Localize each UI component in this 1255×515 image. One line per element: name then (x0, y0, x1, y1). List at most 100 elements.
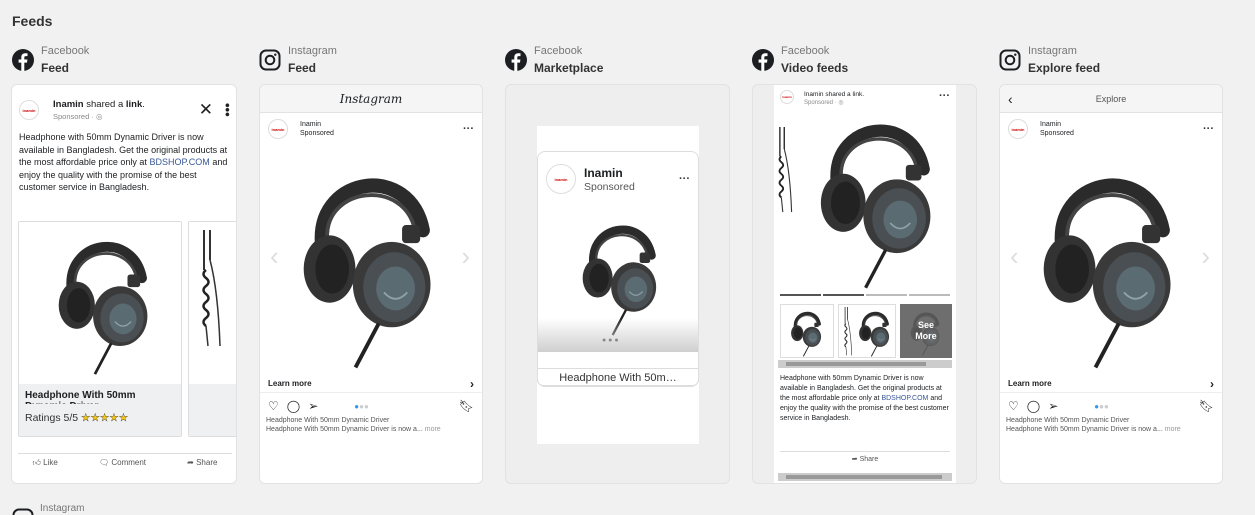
instagram-icon (999, 49, 1021, 71)
share-button[interactable]: ➦ Share (187, 458, 217, 468)
body-link[interactable]: BDSHOP.COM (881, 395, 928, 402)
more-options-icon[interactable]: ··· (679, 173, 690, 185)
more-options-icon[interactable]: ··· (1203, 123, 1214, 135)
thumbnail[interactable] (780, 304, 834, 359)
carousel-prev-icon[interactable]: ‹ (1010, 241, 1019, 272)
caption-more-link[interactable]: more (1165, 426, 1181, 433)
placement-header: Instagram Explore feed (999, 44, 1227, 76)
placement-header: Facebook Feed (12, 44, 240, 76)
comment-icon[interactable]: ◯ (1027, 399, 1040, 413)
learn-more-bar[interactable]: Learn more › (1000, 375, 1222, 393)
placement-name: Feed (41, 60, 70, 75)
facebook-icon (505, 49, 527, 71)
product-image (774, 108, 956, 298)
carousel-card[interactable]: Headphone With 50mm Dynamic Driver Ratin… (18, 221, 182, 437)
ad-preview-card[interactable]: inamin Inamin shared a link. Sponsored ·… (11, 84, 237, 484)
brand-name: Inamin (584, 165, 623, 180)
horizontal-scrollbar[interactable] (778, 360, 952, 368)
like-button[interactable]: 👍︎ Like (33, 458, 58, 468)
more-options-icon[interactable]: ··· (463, 123, 474, 135)
instagram-icon (259, 49, 281, 71)
platform-name: Facebook (41, 44, 90, 57)
sponsored-label: Sponsored (584, 180, 635, 193)
thumbnail-strip: See More (774, 296, 956, 359)
post-header: inamin Inamin shared a link. Sponsored ·… (12, 85, 236, 121)
marketplace-frame: inamin Inamin Sponsored ··· ● ● ● Headph… (537, 126, 699, 444)
close-icon[interactable]: ✕ (199, 100, 213, 120)
brand-logo: inamin (19, 100, 39, 120)
more-options-icon[interactable]: ••• (220, 103, 235, 117)
carousel-dots: ●●● (354, 401, 369, 411)
placement-facebook-marketplace: Facebook Marketplace inamin Inamin Spons… (505, 44, 733, 484)
brand-logo: inamin (268, 119, 288, 139)
learn-more-bar[interactable]: Learn more › (260, 375, 482, 393)
post-body: Headphone with 50mm Dynamic Driver is no… (12, 131, 236, 194)
ad-preview-card[interactable]: Instagram inamin Inamin Sponsored ··· ‹ … (259, 84, 483, 484)
share-button[interactable]: ➦ Share (774, 455, 956, 463)
platform-name: Facebook (781, 44, 830, 57)
carousel-next-icon[interactable]: › (461, 241, 470, 272)
brand-name: Inamin (804, 91, 824, 98)
next-section-platform: Instagram (40, 503, 85, 514)
body-link[interactable]: BDSHOP.COM (149, 157, 209, 167)
carousel-dots: ● ● ● (602, 337, 619, 344)
comment-button[interactable]: 🗨︎ Comment (99, 458, 146, 468)
carousel-card-next[interactable] (188, 221, 236, 437)
heart-icon[interactable]: ♡ (268, 399, 279, 413)
ad-preview-card[interactable]: inamin Inamin shared a link. Sponsored ·… (752, 84, 977, 484)
post-header: inamin Inamin Sponsored ··· (1000, 113, 1222, 145)
caption-title: Headphone With 50mm Dynamic Driver (266, 417, 390, 424)
video-feed-frame: inamin Inamin shared a link. Sponsored ·… (774, 85, 956, 483)
horizontal-scrollbar-bottom[interactable] (778, 473, 952, 481)
instagram-icon (12, 508, 34, 515)
placement-instagram-feed: Instagram Feed Instagram inamin Inamin S… (259, 44, 487, 484)
facebook-icon (752, 49, 774, 71)
post-actions: ♡ ◯ ➢ ●●● 🔖︎ (260, 393, 482, 415)
back-arrow-icon[interactable]: ‹ (1008, 85, 1013, 113)
bookmark-icon[interactable]: 🔖︎ (459, 399, 474, 413)
product-image: ‹ › (1000, 145, 1222, 375)
placement-name: Explore feed (1028, 60, 1101, 75)
product-headline: Headphone With 50m… (537, 368, 699, 386)
placement-header: Facebook Video feeds (752, 44, 980, 76)
sponsored-label: Sponsored · (53, 112, 96, 121)
brand-name: Inamin (300, 121, 322, 128)
ad-preview-card[interactable]: inamin Inamin Sponsored ··· ● ● ● Headph… (505, 84, 730, 484)
chevron-right-icon: › (470, 376, 474, 391)
globe-icon: ◎ (95, 112, 103, 121)
caption-body: Headphone With 50mm Dynamic Driver is no… (266, 426, 423, 433)
brand-name: Inamin (53, 99, 84, 110)
platform-name: Instagram (288, 44, 337, 57)
send-icon[interactable]: ➢ (1048, 399, 1058, 413)
see-more-thumbnail[interactable]: See More (899, 304, 952, 358)
thumbnail[interactable] (838, 304, 896, 358)
send-icon[interactable]: ➢ (308, 399, 318, 413)
platform-name: Facebook (534, 44, 583, 57)
placement-header: Instagram Feed (259, 44, 487, 76)
carousel-next-icon[interactable]: › (1201, 241, 1210, 272)
carousel-prev-icon[interactable]: ‹ (270, 241, 279, 272)
comment-icon[interactable]: ◯ (287, 399, 300, 413)
rating-stars: ★★★★★ (81, 412, 129, 424)
marketplace-ad[interactable]: inamin Inamin Sponsored ··· ● ● ● (537, 151, 699, 387)
placement-header: Facebook Marketplace (505, 44, 733, 76)
learn-more-label: Learn more (1008, 379, 1052, 388)
bookmark-icon[interactable]: 🔖︎ (1199, 399, 1214, 413)
headphone-image (286, 150, 456, 370)
caption-more-link[interactable]: more (425, 426, 441, 433)
link-word: link (125, 99, 143, 110)
sponsored-label: Sponsored (300, 130, 334, 137)
learn-more-label: Learn more (268, 379, 312, 388)
brand-logo: inamin (1008, 119, 1028, 139)
platform-name: Instagram (1028, 44, 1077, 57)
product-image (19, 222, 182, 384)
carousel-dots: ●●● (1094, 401, 1109, 411)
placement-name: Marketplace (534, 60, 604, 75)
share-icon: ➦ (187, 458, 194, 467)
heart-icon[interactable]: ♡ (1008, 399, 1019, 413)
placement-facebook-feed: Facebook Feed inamin Inamin shared a lin… (11, 44, 240, 484)
headphone-image (1026, 150, 1196, 370)
caption: Headphone With 50mm Dynamic Driver Headp… (1000, 415, 1222, 435)
caption-body: Headphone With 50mm Dynamic Driver is no… (1006, 426, 1163, 433)
ad-preview-card[interactable]: ‹ Explore inamin Inamin Sponsored ··· ‹ … (999, 84, 1223, 484)
